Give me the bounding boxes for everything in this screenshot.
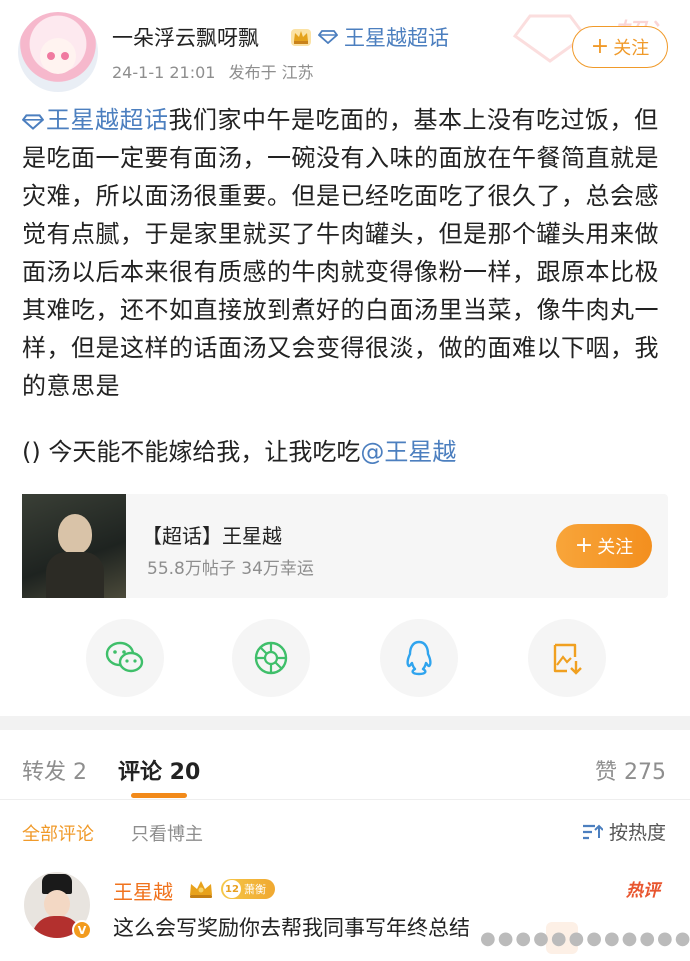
active-tab-indicator	[131, 793, 187, 798]
supertopic-link[interactable]: 王星越超话	[344, 22, 449, 52]
sort-icon	[582, 824, 603, 839]
tab-repost[interactable]: 转发 2	[22, 754, 87, 786]
plus-icon: +	[590, 34, 610, 59]
post-time: 24-1-1 21:01	[112, 63, 216, 82]
supertopic-stats: 55.8万帖子 34万幸运	[147, 559, 314, 579]
share-wechat-button[interactable]	[86, 619, 164, 697]
save-image-button[interactable]	[528, 619, 606, 697]
save-image-icon	[553, 643, 582, 675]
tab-comment[interactable]: 评论 20	[118, 754, 200, 786]
post-body-text: 我们家中午是吃面的，基本上没有吃过饭，但是吃面一定要有面汤，一碗没有入味的面放在…	[22, 106, 659, 400]
commenter-name[interactable]: 王星越	[113, 876, 173, 905]
supertopic-thumbnail	[22, 494, 126, 598]
share-moments-button[interactable]	[232, 619, 310, 697]
follow-supertopic-button[interactable]: + 关注	[556, 524, 652, 568]
author-avatar[interactable]	[18, 12, 98, 92]
share-qq-button[interactable]	[380, 619, 458, 697]
crown-icon	[190, 881, 212, 898]
qq-icon	[406, 640, 432, 676]
inline-supertopic-link[interactable]: 王星越超话	[21, 106, 169, 134]
follow-author-button[interactable]: + 关注	[572, 26, 668, 68]
comment-item: V 王星越 12 萧衡 热评 这么会写奖励你去帮我同事写年终总结 ●●●●●●●…	[0, 862, 690, 961]
diamond-icon	[318, 30, 338, 44]
filter-author-only[interactable]: 只看博主	[131, 820, 203, 846]
post-location: 发布于 江苏	[228, 63, 314, 82]
comment-text[interactable]: 这么会写奖励你去帮我同事写年终总结	[113, 912, 470, 942]
diamond-icon	[21, 114, 45, 130]
post-second-text: () 今天能不能嫁给我，让我吃吃	[22, 438, 361, 466]
inline-topic-label: 王星越超话	[46, 106, 169, 134]
author-name[interactable]: 一朵浮云飘呀飘	[112, 22, 259, 52]
hot-comment-badge: 热评	[626, 881, 660, 901]
wechat-icon	[105, 641, 144, 673]
comment-filter-row: 全部评论 只看博主 按热度	[0, 810, 690, 850]
post-text: 王星越超话我们家中午是吃面的，基本上没有吃过饭，但是吃面一定要有面汤，一碗没有入…	[21, 101, 672, 405]
post-meta: 24-1-1 21:01 发布于 江苏	[112, 59, 322, 83]
sort-by-hot-button[interactable]: 按热度	[581, 818, 666, 845]
moments-icon	[254, 641, 288, 675]
crown-icon	[291, 29, 311, 46]
fan-level-title: 萧衡	[244, 883, 266, 896]
plus-icon: +	[574, 533, 594, 558]
share-row	[0, 619, 690, 697]
comment-actions: ●●●●●●●●●●●●	[470, 918, 690, 958]
post-second-paragraph: () 今天能不能嫁给我，让我吃吃@王星越	[22, 433, 456, 471]
tab-like[interactable]: 赞 275	[595, 754, 666, 786]
post-header: 超话 一朵浮云飘呀飘 王星越超话 24-1-1 21:01 发布于 江苏 + 关…	[0, 0, 690, 95]
follow-label: 关注	[613, 38, 650, 59]
follow-supertopic-label: 关注	[597, 537, 634, 558]
supertopic-title: 【超话】王星越	[142, 524, 282, 548]
sort-label: 按热度	[608, 822, 666, 844]
mention-link[interactable]: @王星越	[360, 438, 456, 466]
fan-level-badge: 12 萧衡	[221, 879, 275, 899]
interaction-tabs: 转发 2 评论 20 赞 275	[0, 740, 690, 800]
section-divider	[0, 716, 690, 730]
verified-icon: V	[72, 920, 92, 940]
more-icon[interactable]: ●●●●●●●●●●●●	[480, 928, 690, 949]
fan-level-number: 12	[223, 880, 241, 898]
tabs-divider	[0, 799, 690, 800]
filter-all-comments[interactable]: 全部评论	[22, 820, 94, 846]
supertopic-card[interactable]: 【超话】王星越 55.8万帖子 34万幸运 + 关注	[22, 494, 668, 598]
